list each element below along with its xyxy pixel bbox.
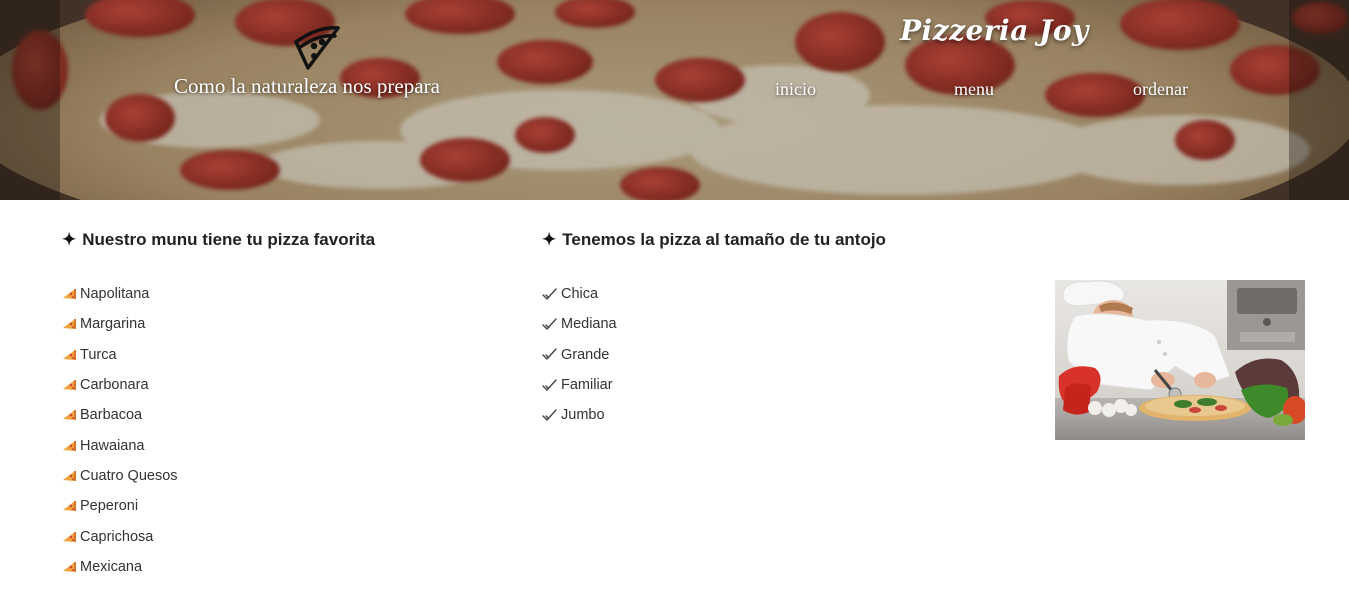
list-item: Margarina: [62, 309, 178, 339]
list-item: Jumbo: [542, 400, 617, 430]
list-item: Hawaiana: [62, 430, 178, 460]
pizza-name: Mexicana: [80, 558, 143, 575]
pizza-slice-icon: [63, 440, 76, 451]
pizza-slice-icon: [294, 26, 340, 70]
pizza-slice-icon: [63, 319, 76, 330]
pizza-name: Hawaiana: [80, 437, 145, 454]
list-item: Barbacoa: [62, 400, 178, 430]
size-name: Familiar: [561, 377, 613, 394]
size-name: Chica: [561, 286, 599, 303]
sparkle-icon: ✦: [542, 230, 557, 249]
nav-link-menu[interactable]: menu: [954, 79, 994, 100]
checkmark-icon: [542, 378, 557, 391]
pizza-name: Peperoni: [80, 498, 139, 515]
list-item: Grande: [542, 340, 617, 370]
nav-link-ordenar[interactable]: ordenar: [1133, 79, 1188, 100]
sizes-heading-text: Tenemos la pizza al tamaño de tu antojo: [562, 230, 886, 249]
checkmark-icon: [542, 287, 557, 300]
pizza-name: Turca: [80, 346, 117, 363]
chef-cutting-pizza-image: [1055, 280, 1305, 440]
pizza-name: Margarina: [80, 316, 146, 333]
pizza-name: Carbonara: [80, 377, 149, 394]
size-name: Jumbo: [561, 407, 605, 424]
pizza-slice-icon: [63, 561, 76, 572]
menu-section-heading: ✦ Nuestro munu tiene tu pizza favorita: [62, 230, 375, 250]
list-item: Familiar: [542, 370, 617, 400]
list-item: Mexicana: [62, 552, 178, 582]
chef-photo: [1055, 280, 1305, 440]
pizza-name: Napolitana: [80, 286, 150, 303]
list-item: Mediana: [542, 309, 617, 339]
sizes-section-heading: ✦ Tenemos la pizza al tamaño de tu antoj…: [542, 230, 886, 250]
pizza-slice-icon: [63, 380, 76, 391]
list-item: Chica: [542, 279, 617, 309]
pizza-slice-icon: [63, 349, 76, 360]
hero-header: Como la naturaleza nos prepara Pizzeria …: [0, 0, 1349, 200]
list-item: Peperoni: [62, 491, 178, 521]
pizza-background-image: [0, 0, 1349, 200]
menu-heading-text: Nuestro munu tiene tu pizza favorita: [82, 230, 376, 249]
size-name: Mediana: [561, 316, 617, 333]
checkmark-icon: [542, 409, 557, 421]
list-item: Caprichosa: [62, 521, 178, 551]
sparkle-icon: ✦: [62, 230, 77, 249]
pizza-slice-icon: [63, 470, 76, 481]
brand-logo-text[interactable]: Pizzeria Joy: [900, 14, 1088, 47]
pizza-name: Cuatro Quesos: [80, 467, 178, 484]
checkmark-icon: [542, 318, 557, 330]
list-item: Napolitana: [62, 279, 178, 309]
pizza-name: Barbacoa: [80, 407, 143, 424]
list-item: Carbonara: [62, 370, 178, 400]
pizza-name: Caprichosa: [80, 528, 154, 545]
hero-tagline: Como la naturaleza nos prepara: [174, 74, 440, 98]
nav-link-inicio[interactable]: inicio: [775, 79, 816, 100]
pizza-slice-icon: [63, 410, 76, 421]
list-item: Cuatro Quesos: [62, 461, 178, 491]
pizza-slice-icon: [63, 501, 76, 512]
pizza-sizes-list: Chica Mediana Grande Familiar Jumbo: [542, 279, 617, 430]
pizza-slice-icon: [63, 289, 76, 300]
list-item: Turca: [62, 340, 178, 370]
pizza-menu-list: Napolitana Margarina Turca Carbonara Bar…: [62, 279, 178, 582]
checkmark-icon: [542, 348, 557, 360]
size-name: Grande: [561, 346, 610, 363]
pizza-slice-icon: [63, 531, 76, 542]
